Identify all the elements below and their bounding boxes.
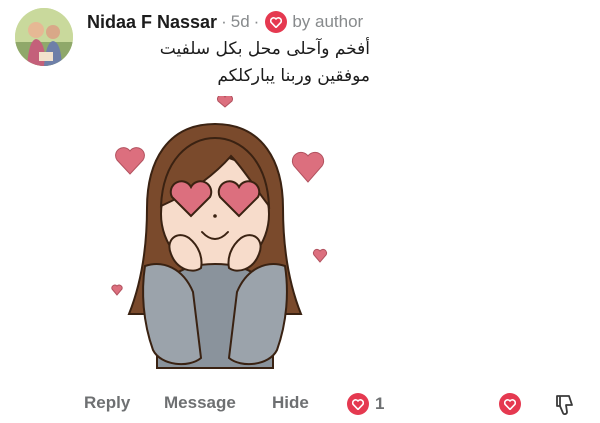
heart-icon [504, 398, 516, 410]
comment-header: Nidaa F Nassar · 5d · by author [87, 11, 363, 33]
comment-line: أفخم وآحلى محل بكل سلفيت [159, 39, 370, 59]
separator: · [253, 12, 260, 31]
heart-icon [265, 11, 288, 33]
hide-button[interactable]: Hide [272, 393, 309, 413]
like-reaction[interactable]: 1 [347, 393, 384, 415]
girl-heart-eyes-sticker [111, 96, 328, 369]
author-name[interactable]: Nidaa F Nassar [87, 12, 217, 33]
heart-icon [347, 393, 369, 415]
dislike-button[interactable] [554, 393, 576, 422]
react-heart-button[interactable] [499, 393, 521, 415]
comment-actions: Reply Message Hide 1 [0, 393, 600, 419]
reply-button[interactable]: Reply [84, 393, 130, 413]
avatar[interactable] [15, 8, 73, 66]
by-author-label: by author [292, 12, 364, 31]
separator: · [221, 12, 227, 31]
timestamp[interactable]: 5d [231, 12, 250, 32]
avatar-photo [15, 8, 73, 66]
message-button[interactable]: Message [164, 393, 236, 413]
comment-text: أفخم وآحلى محل بكل سلفيت موفقين وربنا يب… [87, 36, 370, 90]
comment-line: موفقين وربنا يباركلكم [217, 66, 370, 86]
like-count: 1 [375, 394, 385, 413]
thumbs-down-icon [556, 395, 573, 415]
